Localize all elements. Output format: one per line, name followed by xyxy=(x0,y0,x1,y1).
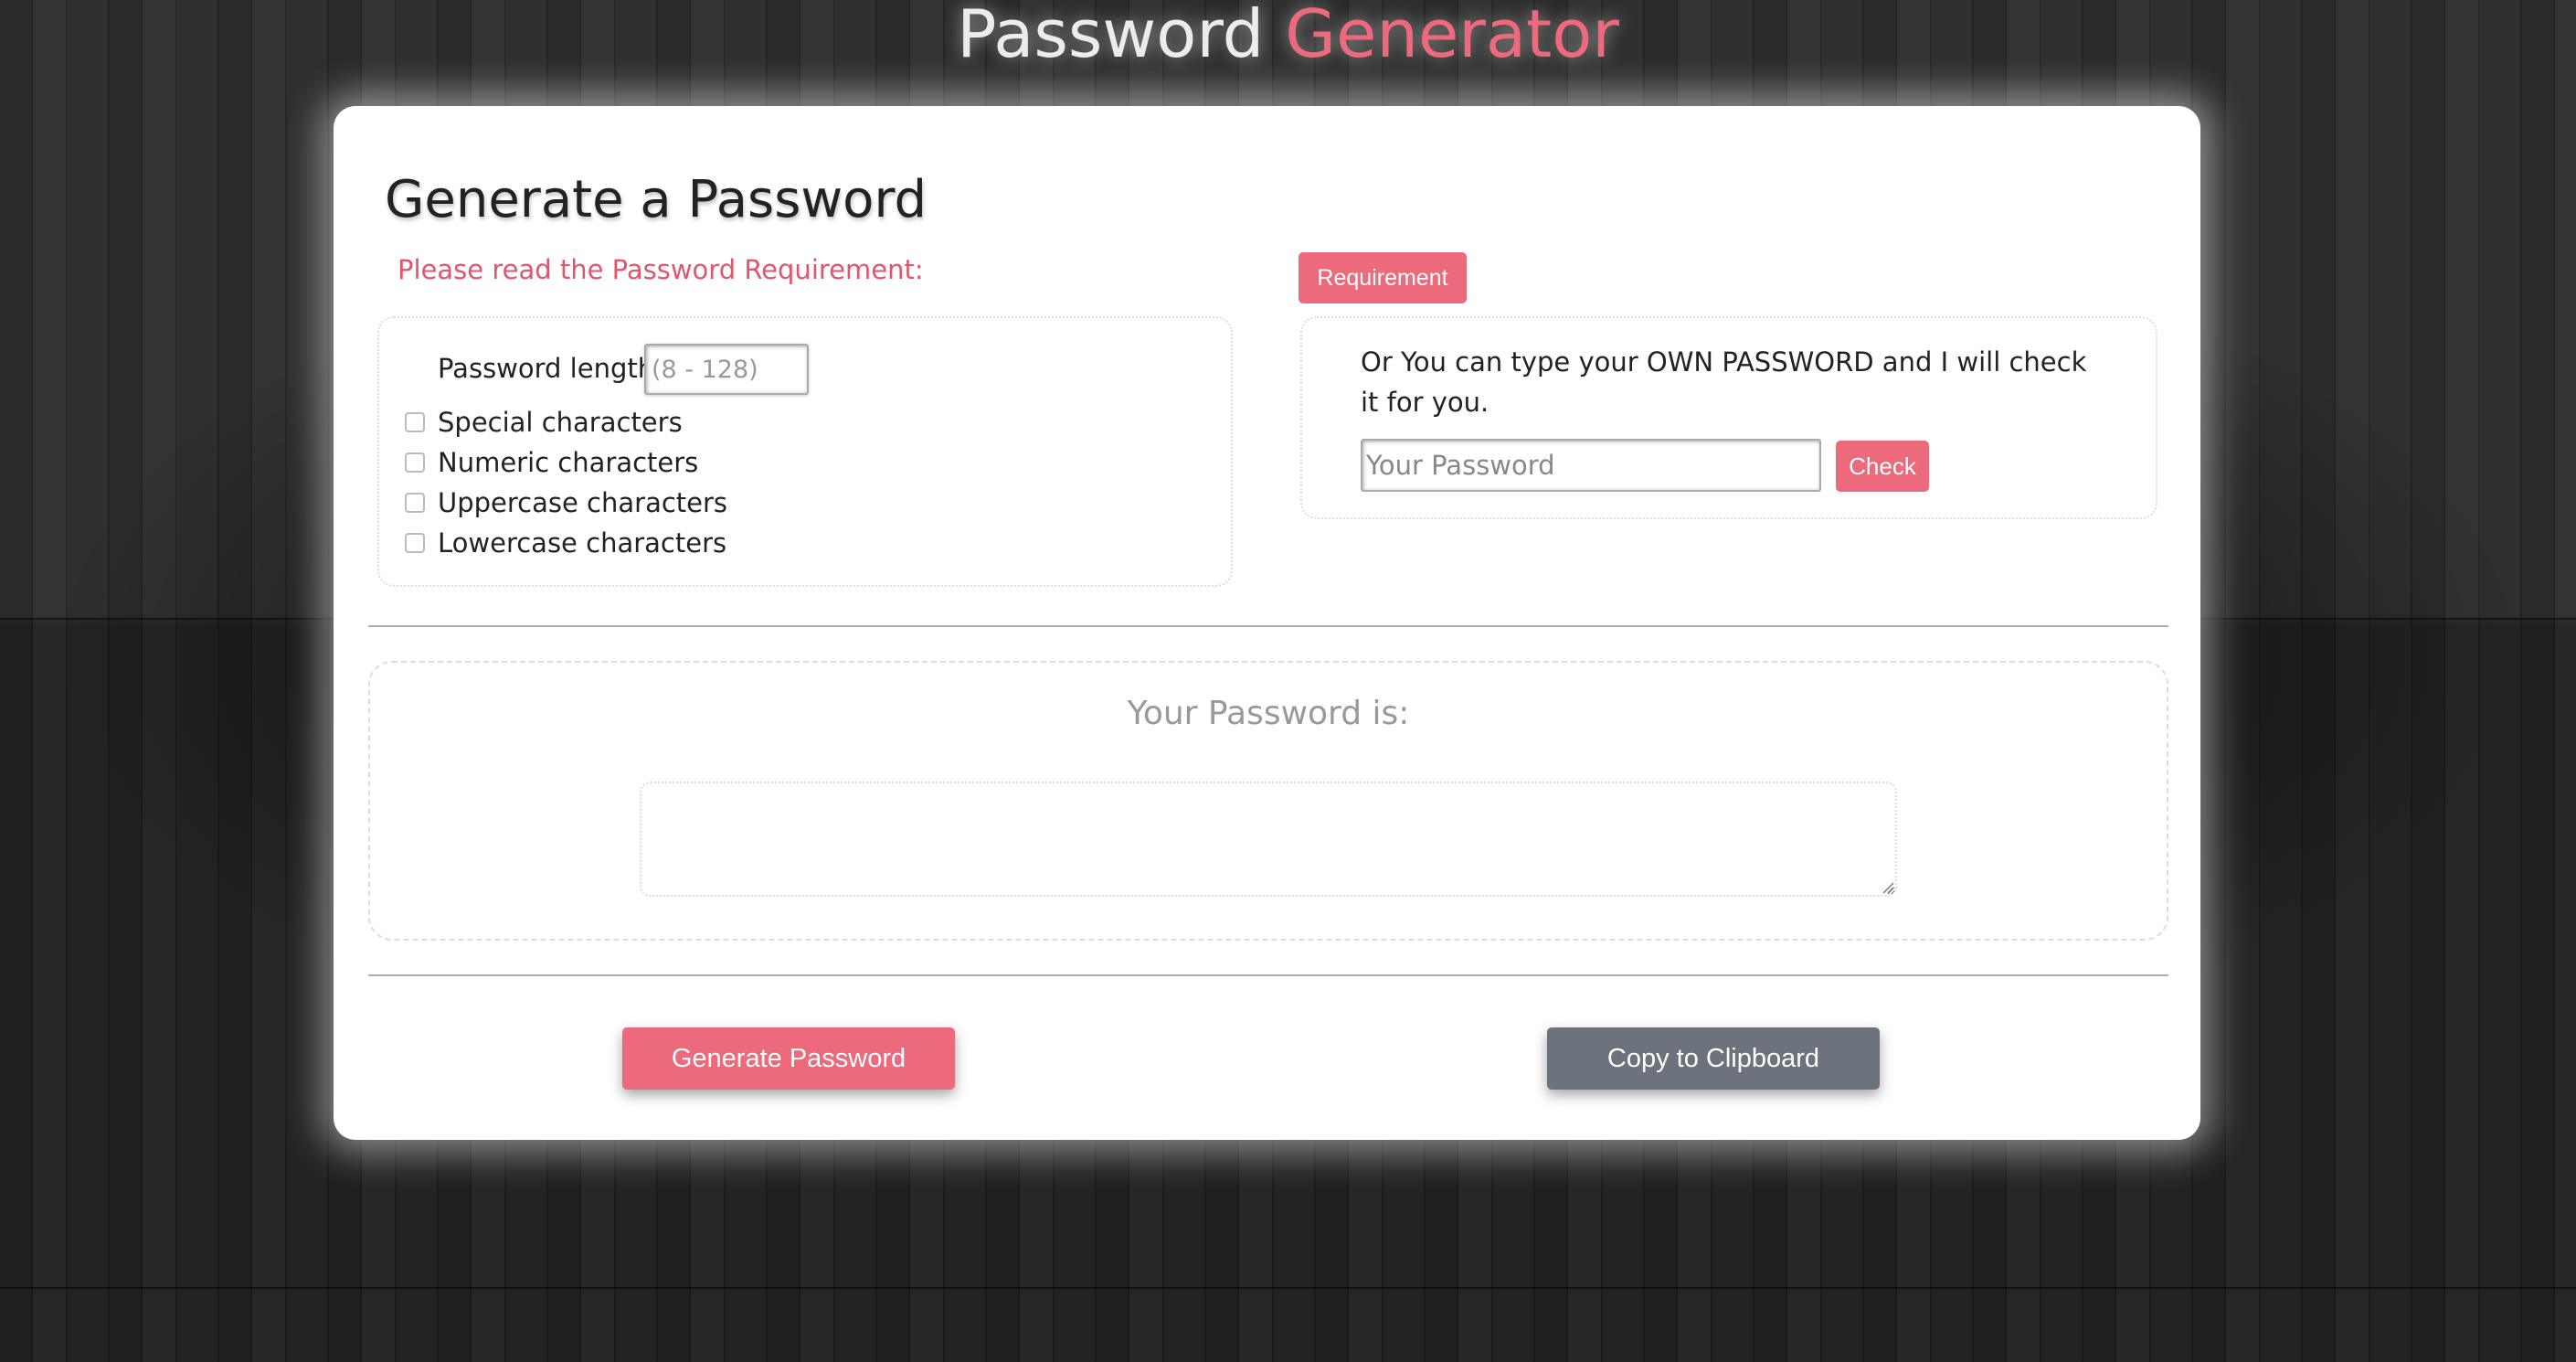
password-length-label: Password length xyxy=(438,353,655,384)
lowercase-checkbox[interactable] xyxy=(405,533,425,553)
option-uppercase[interactable]: Uppercase characters xyxy=(405,484,727,521)
own-password-input[interactable] xyxy=(1361,439,1821,492)
password-output[interactable] xyxy=(640,782,1897,897)
option-lowercase[interactable]: Lowercase characters xyxy=(405,525,726,561)
special-checkbox[interactable] xyxy=(405,412,425,432)
option-numeric[interactable]: Numeric characters xyxy=(405,444,698,481)
app-title-main: Password xyxy=(957,0,1265,72)
generator-card: Generate a Password Please read the Pass… xyxy=(334,106,2200,1140)
option-label: Lowercase characters xyxy=(438,527,727,559)
result-title: Your Password is: xyxy=(1127,695,1410,732)
app-title-accent: Generator xyxy=(1285,0,1619,72)
generate-password-button[interactable]: Generate Password xyxy=(622,1027,955,1090)
numeric-checkbox[interactable] xyxy=(405,452,425,473)
copy-to-clipboard-button[interactable]: Copy to Clipboard xyxy=(1547,1027,1880,1090)
check-button[interactable]: Check xyxy=(1836,441,1929,492)
page-heading: Generate a Password xyxy=(385,170,928,229)
background-band xyxy=(0,1287,2576,1289)
option-label: Uppercase characters xyxy=(438,487,728,518)
password-length-input[interactable] xyxy=(644,344,809,395)
app-title: Password Generator xyxy=(0,0,2576,71)
option-label: Special characters xyxy=(438,407,683,438)
option-special[interactable]: Special characters xyxy=(405,404,683,441)
own-password-text: Or You can type your OWN PASSWORD and I … xyxy=(1361,346,2087,418)
requirement-button[interactable]: Requirement xyxy=(1299,252,1467,303)
divider xyxy=(368,625,2168,627)
divider xyxy=(368,974,2168,976)
uppercase-checkbox[interactable] xyxy=(405,493,425,513)
resize-handle-icon[interactable] xyxy=(1882,881,1894,894)
option-label: Numeric characters xyxy=(438,447,699,478)
requirement-note: Please read the Password Requirement: xyxy=(398,254,924,285)
